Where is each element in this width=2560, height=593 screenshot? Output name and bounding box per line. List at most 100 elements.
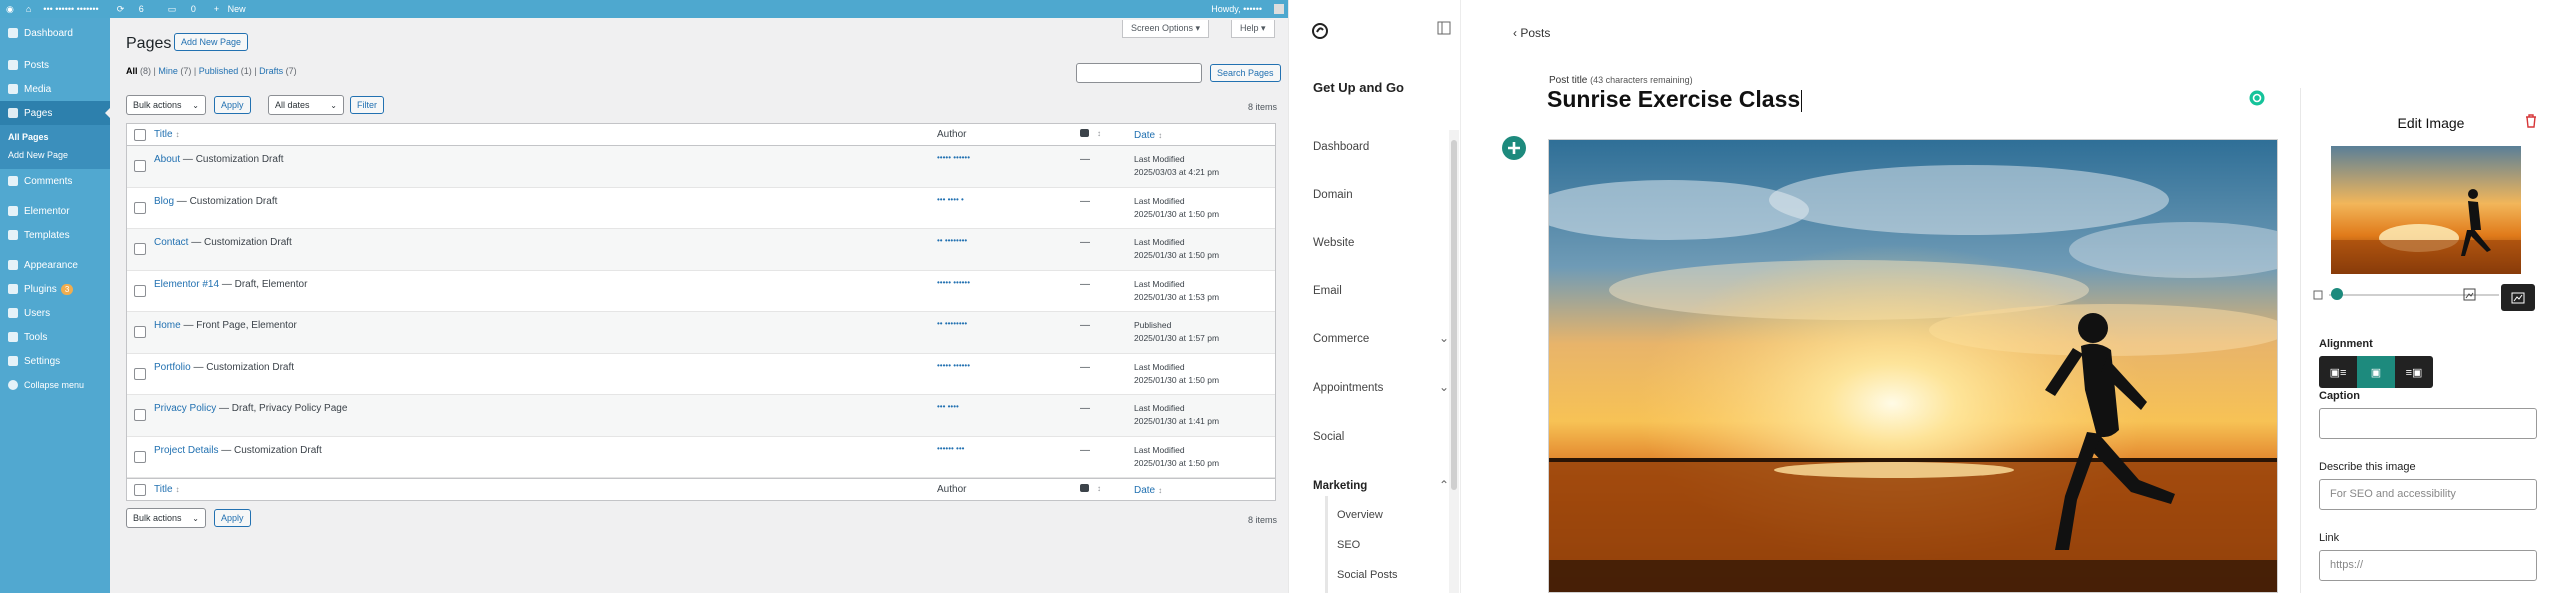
home-icon[interactable]: ⌂	[26, 4, 31, 14]
page-title-link[interactable]: Blog	[154, 196, 174, 207]
selected-image[interactable]	[1548, 139, 2278, 593]
page-title-link[interactable]: Elementor #14	[154, 279, 219, 290]
comments-column-footer[interactable]: ↕	[1080, 483, 1101, 494]
align-right-button[interactable]: ≡▣	[2395, 356, 2433, 388]
site-nav-dashboard[interactable]: Dashboard	[1313, 141, 1369, 153]
marketing-sub-overview[interactable]: Overview	[1337, 509, 1383, 521]
comments-column-header[interactable]: ↕	[1080, 128, 1101, 139]
collapse-menu-button[interactable]: Collapse menu	[0, 373, 110, 397]
chevron-down-icon[interactable]: ⌄	[1439, 380, 1449, 394]
sidebar-item-comments[interactable]: Comments	[0, 169, 110, 193]
page-title-link[interactable]: About	[154, 154, 180, 165]
site-nav-domain[interactable]: Domain	[1313, 189, 1353, 201]
help-button[interactable]: Help ▾	[1231, 20, 1275, 38]
page-title-link[interactable]: Privacy Policy	[154, 403, 216, 414]
table-row[interactable]: Privacy Policy — Draft, Privacy Policy P…	[127, 395, 1275, 437]
row-author[interactable]: •••••• •••	[937, 444, 964, 453]
row-author[interactable]: ••••• ••••••	[937, 278, 970, 287]
search-pages-button[interactable]: Search Pages	[1210, 64, 1281, 82]
align-center-button[interactable]: ▣	[2357, 356, 2395, 388]
new-content-menu[interactable]: + New	[214, 4, 252, 14]
admin-site-name[interactable]: ••• •••••• •••••••	[43, 4, 98, 14]
back-to-posts[interactable]: ‹ Posts	[1513, 26, 1550, 40]
sidebar-item-appearance[interactable]: Appearance	[0, 253, 110, 277]
search-input[interactable]	[1076, 63, 1202, 83]
table-row[interactable]: About — Customization Draft ••••• •••••• —…	[127, 146, 1275, 188]
date-column-header[interactable]: Date ↕	[1134, 129, 1162, 142]
bulk-actions-select[interactable]: Bulk actions ⌄	[126, 95, 206, 115]
row-author[interactable]: •• ••••••••	[937, 319, 967, 328]
date-filter-select[interactable]: All dates ⌄	[268, 95, 344, 115]
crop-image-button[interactable]	[2501, 284, 2535, 311]
row-author[interactable]: ••••• ••••••	[937, 153, 970, 162]
post-title-input[interactable]: Sunrise Exercise Class	[1547, 86, 2167, 113]
page-title-link[interactable]: Home	[154, 320, 181, 331]
trash-icon[interactable]	[2525, 114, 2537, 128]
sidebar-item-elementor[interactable]: Elementor	[0, 199, 110, 223]
add-new-page-button[interactable]: Add New Page	[174, 33, 249, 51]
comments-indicator[interactable]: ▭ 0	[162, 4, 202, 15]
table-row[interactable]: Home — Front Page, Elementor •• •••••••• —…	[127, 312, 1275, 354]
chevron-down-icon[interactable]: ⌄	[1439, 331, 1449, 345]
table-row[interactable]: Blog — Customization Draft ••• •••• • — Las…	[127, 188, 1275, 229]
submenu-all-pages[interactable]: All Pages	[0, 128, 110, 146]
site-nav-social[interactable]: Social	[1313, 431, 1344, 443]
sidebar-item-posts[interactable]: Posts	[0, 53, 110, 77]
sidebar-item-templates[interactable]: Templates	[0, 223, 110, 247]
marketing-sub-seo[interactable]: SEO	[1337, 539, 1360, 551]
row-checkbox[interactable]	[134, 243, 146, 255]
row-author[interactable]: ••• •••• •	[937, 195, 964, 204]
sidebar-item-media[interactable]: Media	[0, 77, 110, 101]
row-checkbox[interactable]	[134, 409, 146, 421]
grammar-assistant-icon[interactable]	[2249, 90, 2265, 106]
sidebar-item-plugins[interactable]: Plugins 3	[0, 277, 110, 301]
sidebar-item-users[interactable]: Users	[0, 301, 110, 325]
link-input[interactable]: https://	[2319, 550, 2537, 581]
sidebar-item-tools[interactable]: Tools	[0, 325, 110, 349]
zoom-out-icon[interactable]	[2313, 290, 2323, 300]
site-nav-scrollbar[interactable]	[1449, 130, 1459, 593]
filter-button[interactable]: Filter	[350, 96, 384, 114]
site-nav-email[interactable]: Email	[1313, 285, 1342, 297]
add-block-icon[interactable]	[1502, 136, 1526, 160]
howdy-user[interactable]: Howdy, ••••••	[1211, 4, 1262, 14]
sidebar-item-dashboard[interactable]: Dashboard	[0, 21, 110, 45]
row-author[interactable]: ••• ••••	[937, 402, 959, 411]
caption-input[interactable]	[2319, 408, 2537, 439]
page-title-link[interactable]: Project Details	[154, 445, 218, 456]
row-checkbox[interactable]	[134, 367, 146, 380]
alt-text-input[interactable]: For SEO and accessibility	[2319, 479, 2537, 510]
scrollbar-thumb[interactable]	[1451, 140, 1457, 490]
site-nav-marketing[interactable]: Marketing	[1313, 480, 1367, 492]
title-column-footer[interactable]: Title ↕	[154, 484, 180, 495]
table-row[interactable]: Elementor #14 — Draft, Elementor ••••• ••…	[127, 271, 1275, 312]
sidebar-item-settings[interactable]: Settings	[0, 349, 110, 373]
row-checkbox[interactable]	[134, 326, 146, 338]
table-row[interactable]: Project Details — Customization Draft •••…	[127, 437, 1275, 478]
site-nav-appointments[interactable]: Appointments	[1313, 382, 1383, 394]
filter-mine[interactable]: Mine	[158, 66, 178, 76]
avatar[interactable]	[1274, 4, 1284, 14]
select-all-checkbox[interactable]	[134, 129, 146, 141]
row-checkbox[interactable]	[134, 450, 146, 463]
marketing-sub-social-posts[interactable]: Social Posts	[1337, 569, 1398, 581]
zoom-slider-thumb[interactable]	[2330, 288, 2343, 300]
row-checkbox[interactable]	[134, 160, 146, 172]
row-author[interactable]: •• ••••••••	[937, 236, 967, 245]
date-column-footer[interactable]: Date ↕	[1134, 484, 1162, 497]
select-all-checkbox-footer[interactable]	[134, 484, 146, 496]
sidebar-item-pages[interactable]: Pages	[0, 101, 110, 125]
bulk-actions-select-bottom[interactable]: Bulk actions ⌄	[126, 508, 206, 528]
collapse-panel-icon[interactable]	[1437, 21, 1451, 35]
chevron-up-icon[interactable]: ⌃	[1439, 478, 1449, 492]
filter-published[interactable]: Published	[199, 66, 239, 76]
align-left-button[interactable]: ▣≡	[2319, 356, 2357, 388]
zoom-in-icon[interactable]	[2463, 288, 2476, 301]
row-checkbox[interactable]	[134, 284, 146, 297]
updates-indicator[interactable]: ⟳ 6	[111, 4, 150, 15]
submenu-add-new-page[interactable]: Add New Page	[0, 146, 110, 164]
apply-button[interactable]: Apply	[214, 96, 251, 114]
page-title-link[interactable]: Portfolio	[154, 362, 191, 373]
row-checkbox[interactable]	[134, 201, 146, 214]
table-row[interactable]: Portfolio — Customization Draft ••••• •••…	[127, 354, 1275, 395]
